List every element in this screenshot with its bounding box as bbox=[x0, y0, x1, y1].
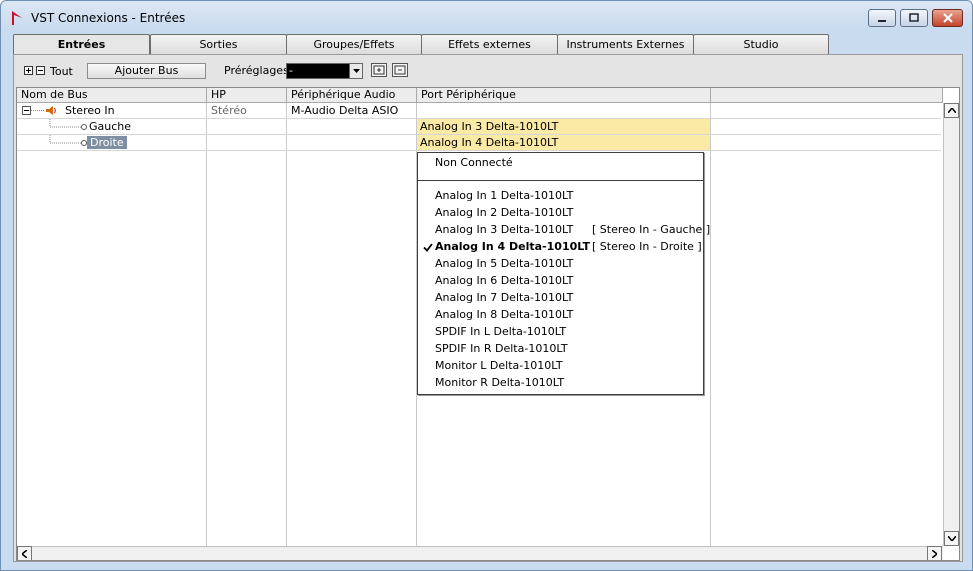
title-bar[interactable]: VST Connexions - Entrées bbox=[1, 1, 972, 35]
save-preset-icon[interactable] bbox=[371, 63, 387, 77]
presets-value: - bbox=[289, 64, 293, 77]
column-divider bbox=[286, 103, 287, 547]
menu-item-port[interactable]: Analog In 7 Delta-1010LT bbox=[435, 290, 573, 306]
device-port-cell[interactable]: Analog In 3 Delta-1010LT bbox=[417, 119, 710, 134]
table-row-droite[interactable]: Droite Analog In 4 Delta-1010LT bbox=[17, 135, 941, 151]
add-bus-button[interactable]: Ajouter Bus bbox=[87, 63, 206, 79]
chevron-down-icon[interactable] bbox=[349, 64, 362, 78]
bus-name-selected[interactable]: Droite bbox=[87, 136, 127, 149]
tab-instruments-externes[interactable]: Instruments Externes bbox=[557, 34, 694, 54]
column-header-device-port[interactable]: Port Périphérique bbox=[417, 88, 711, 103]
column-divider bbox=[710, 103, 711, 547]
menu-item-port[interactable]: Analog In 8 Delta-1010LT bbox=[435, 307, 573, 323]
maximize-button[interactable] bbox=[900, 9, 928, 27]
menu-item-port-checked[interactable]: Analog In 4 Delta-1010LT bbox=[435, 239, 590, 255]
table-row-gauche[interactable]: Gauche Analog In 3 Delta-1010LT bbox=[17, 119, 941, 135]
vst-connections-window: VST Connexions - Entrées Entrées Sorties… bbox=[0, 0, 973, 571]
minimize-button[interactable] bbox=[868, 9, 896, 27]
maximize-icon bbox=[909, 13, 919, 22]
menu-item-port[interactable]: Analog In 3 Delta-1010LT bbox=[435, 222, 573, 238]
table-row-stereo-in[interactable]: Stereo In Stéréo M-Audio Delta ASIO bbox=[17, 103, 941, 119]
tab-groupes-effets[interactable]: Groupes/Effets bbox=[286, 34, 422, 54]
presets-label: Préréglages bbox=[224, 64, 289, 77]
menu-item-assignment: [ Stereo In - Droite ] bbox=[592, 240, 702, 253]
menu-item-port[interactable]: Monitor L Delta-1010LT bbox=[435, 358, 563, 374]
column-header-bus-name[interactable]: Nom de Bus bbox=[17, 88, 207, 103]
speaker-icon bbox=[46, 106, 56, 115]
toolbar: Tout Ajouter Bus Préréglages - bbox=[14, 55, 962, 85]
close-icon bbox=[942, 13, 953, 23]
collapse-all-icon[interactable] bbox=[36, 66, 45, 75]
tab-sorties[interactable]: Sorties bbox=[150, 34, 287, 54]
column-header-audio-device[interactable]: Périphérique Audio bbox=[287, 88, 417, 103]
scroll-down-icon[interactable] bbox=[944, 531, 959, 546]
menu-item-port[interactable]: Analog In 6 Delta-1010LT bbox=[435, 273, 573, 289]
tab-effets-externes[interactable]: Effets externes bbox=[421, 34, 558, 54]
minimize-icon bbox=[878, 20, 886, 22]
close-button[interactable] bbox=[932, 9, 963, 27]
all-label: Tout bbox=[50, 65, 73, 78]
scroll-up-icon[interactable] bbox=[944, 103, 959, 118]
bus-name: Gauche bbox=[89, 120, 132, 133]
tab-entrees[interactable]: Entrées bbox=[13, 34, 150, 55]
menu-item-port[interactable]: Analog In 5 Delta-1010LT bbox=[435, 256, 573, 272]
horizontal-scrollbar[interactable] bbox=[17, 546, 943, 560]
menu-item-port[interactable]: SPDIF In R Delta-1010LT bbox=[435, 341, 568, 357]
tree-connector-icon bbox=[49, 135, 87, 146]
menu-item-port[interactable]: Analog In 1 Delta-1010LT bbox=[435, 188, 573, 204]
scroll-right-icon[interactable] bbox=[927, 546, 942, 560]
scroll-left-icon[interactable] bbox=[17, 546, 32, 560]
cubase-logo-icon bbox=[12, 11, 22, 25]
column-header-empty bbox=[711, 88, 943, 103]
tab-studio[interactable]: Studio bbox=[693, 34, 829, 54]
delete-preset-icon[interactable] bbox=[392, 63, 408, 77]
column-header-hp[interactable]: HP bbox=[207, 88, 287, 103]
menu-item-port[interactable]: Monitor R Delta-1010LT bbox=[435, 375, 564, 391]
vertical-scrollbar[interactable] bbox=[943, 103, 959, 546]
menu-item-port[interactable]: SPDIF In L Delta-1010LT bbox=[435, 324, 566, 340]
speaker-config: Stéréo bbox=[211, 104, 247, 117]
device-port-cell[interactable]: Analog In 4 Delta-1010LT bbox=[417, 135, 710, 150]
tree-connector-icon bbox=[49, 119, 87, 130]
audio-device[interactable]: M-Audio Delta ASIO bbox=[291, 103, 398, 118]
menu-item-port[interactable]: Analog In 2 Delta-1010LT bbox=[435, 205, 573, 221]
bus-name: Stereo In bbox=[65, 104, 115, 117]
checkmark-icon bbox=[423, 243, 433, 252]
port-dropdown-menu: Non Connecté Analog In 1 Delta-1010LT An… bbox=[417, 152, 710, 395]
window-title: VST Connexions - Entrées bbox=[31, 11, 186, 25]
menu-separator bbox=[418, 180, 703, 181]
menu-item-not-connected[interactable]: Non Connecté bbox=[435, 155, 513, 171]
presets-select[interactable]: - bbox=[286, 63, 363, 79]
menu-item-assignment: [ Stereo In - Gauche ] bbox=[592, 223, 711, 236]
column-divider bbox=[206, 103, 207, 547]
expand-all-icon[interactable] bbox=[24, 66, 33, 75]
